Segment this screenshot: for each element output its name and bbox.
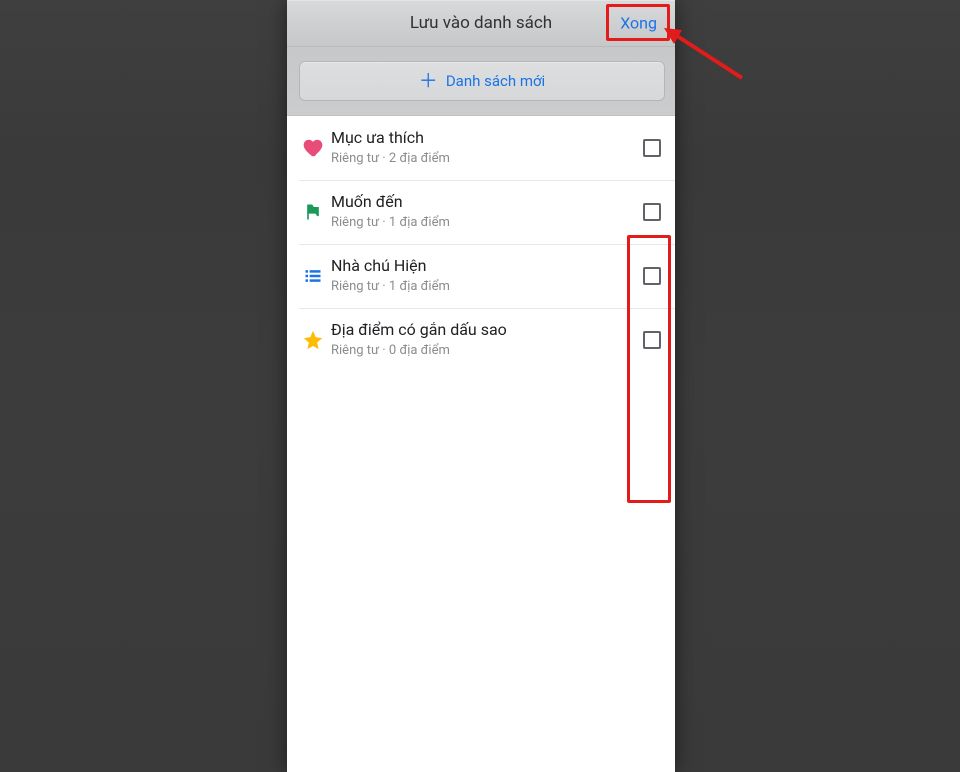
- list-item-text: Mục ưa thích Riêng tư · 2 địa điểm: [331, 128, 643, 168]
- list-item-text: Muốn đến Riêng tư · 1 địa điểm: [331, 192, 643, 232]
- list-item-title: Mục ưa thích: [331, 128, 643, 149]
- list-item-text: Địa điểm có gắn dấu sao Riêng tư · 0 địa…: [331, 320, 643, 360]
- heart-icon: [299, 128, 327, 168]
- new-list-button[interactable]: ＋ Danh sách mới: [299, 61, 665, 101]
- list-item-checkbox[interactable]: [643, 139, 661, 157]
- flag-icon: [299, 192, 327, 232]
- list-item-checkbox[interactable]: [643, 267, 661, 285]
- list-item-title: Muốn đến: [331, 192, 643, 213]
- list-item-subtitle: Riêng tư · 1 địa điểm: [331, 215, 643, 232]
- new-list-area: ＋ Danh sách mới: [287, 47, 675, 116]
- done-button[interactable]: Xong: [612, 9, 665, 38]
- list-item-checkbox[interactable]: [643, 331, 661, 349]
- list-item[interactable]: Địa điểm có gắn dấu sao Riêng tư · 0 địa…: [287, 308, 675, 372]
- list-item-subtitle: Riêng tư · 2 địa điểm: [331, 151, 643, 168]
- list-item-text: Nhà chú Hiện Riêng tư · 1 địa điểm: [331, 256, 643, 296]
- list-item-checkbox[interactable]: [643, 203, 661, 221]
- star-icon: [299, 320, 327, 360]
- list-item-title: Địa điểm có gắn dấu sao: [331, 320, 643, 341]
- new-list-label: Danh sách mới: [446, 72, 545, 90]
- list-icon: [299, 256, 327, 296]
- list-item[interactable]: Muốn đến Riêng tư · 1 địa điểm: [287, 180, 675, 244]
- list-item[interactable]: Nhà chú Hiện Riêng tư · 1 địa điểm: [287, 244, 675, 308]
- save-list: Mục ưa thích Riêng tư · 2 địa điểm Muốn …: [287, 116, 675, 372]
- list-item[interactable]: Mục ưa thích Riêng tư · 2 địa điểm: [287, 116, 675, 180]
- list-item-subtitle: Riêng tư · 1 địa điểm: [331, 279, 643, 296]
- list-item-subtitle: Riêng tư · 0 địa điểm: [331, 343, 643, 360]
- plus-icon: ＋: [419, 71, 438, 90]
- phone-screen: Lưu vào danh sách Xong ＋ Danh sách mới M…: [287, 0, 675, 772]
- list-item-title: Nhà chú Hiện: [331, 256, 643, 277]
- title-bar: Lưu vào danh sách Xong: [287, 0, 675, 47]
